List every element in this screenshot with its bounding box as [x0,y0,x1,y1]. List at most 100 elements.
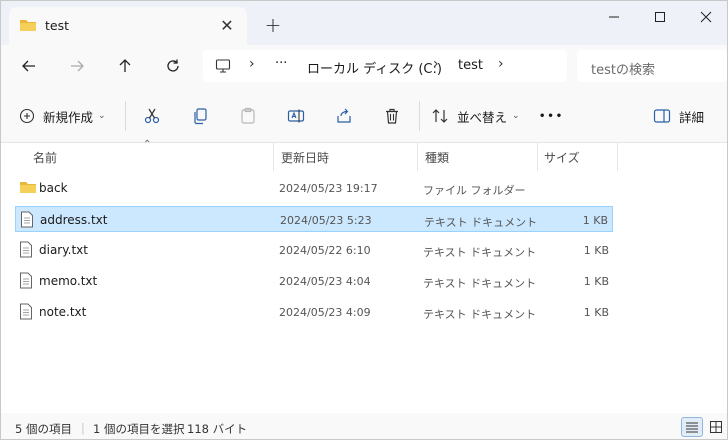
details-button-label: 詳細 [679,109,705,125]
file-size: 1 KB [582,214,608,227]
search-box[interactable]: testの検索 [577,50,727,82]
breadcrumb-local-disk[interactable]: ローカル ディスク (C:) [307,58,442,77]
separator [125,101,126,131]
column-divider[interactable] [417,143,418,171]
column-header-name[interactable]: 名前 [33,143,57,171]
file-list: ⌃ 名前 更新日時 種類 サイズ back 2024/05/23 19:17 フ… [1,139,727,413]
explorer-window: test ✕ + › ··· ローカル ディスク (C:) › test › t… [0,0,728,440]
search-input[interactable]: testの検索 [591,59,655,78]
sort-button[interactable]: 並べ替え ⌄ [431,103,520,129]
status-bar: 5 個の項目 | 1 個の項目を選択 118 バイト [1,413,727,439]
file-date: 2024/05/23 5:23 [280,214,372,227]
file-date: 2024/05/23 19:17 [279,182,378,195]
file-type: テキスト ドキュメント [423,246,537,259]
status-divider: | [81,421,85,435]
rename-icon [287,109,305,123]
column-header-size[interactable]: サイズ [544,143,580,171]
column-header-date[interactable]: 更新日時 [281,143,329,171]
file-type: テキスト ドキュメント [424,216,538,229]
file-size: 1 KB [583,244,609,257]
tiles-view-button[interactable] [705,417,727,437]
file-name[interactable]: back [39,181,68,195]
breadcrumb-overflow[interactable]: ··· [275,56,287,71]
new-button-label: 新規作成 [43,109,94,125]
file-name[interactable]: address.txt [40,213,107,227]
details-view-button[interactable] [681,417,703,437]
cut-button[interactable] [139,103,165,129]
folder-icon [19,17,37,36]
copy-button[interactable] [187,103,213,129]
breadcrumb-chevron-icon[interactable]: › [498,56,504,72]
sort-ascending-icon: ⌃ [143,139,152,150]
item-count: 5 個の項目 [15,422,72,436]
list-item[interactable]: back 2024/05/23 19:17 ファイル フォルダー [15,175,613,201]
delete-button[interactable] [379,103,405,129]
file-date: 2024/05/22 6:10 [279,244,371,257]
clipboard-icon [241,107,255,124]
list-item[interactable]: diary.txt 2024/05/22 6:10 テキスト ドキュメント 1 … [15,237,613,263]
tab-close-icon[interactable]: ✕ [215,13,239,37]
maximize-button[interactable] [637,1,683,33]
navigation-bar: › ··· ローカル ディスク (C:) › test › testの検索 [1,45,727,87]
file-date: 2024/05/23 4:09 [279,306,371,319]
list-item-selected[interactable]: address.txt 2024/05/23 5:23 テキスト ドキュメント … [15,206,613,232]
back-button[interactable] [13,51,45,81]
maximize-icon [655,12,665,22]
column-header-type[interactable]: 種類 [425,143,449,171]
minimize-button[interactable] [591,1,637,33]
details-pane-icon [653,109,671,123]
tiles-view-icon [710,421,722,433]
file-name[interactable]: note.txt [39,305,86,319]
forward-button[interactable] [61,51,93,81]
sort-icon [432,109,448,123]
tab-test[interactable]: test ✕ [9,7,247,45]
close-icon [700,11,712,23]
new-tab-button[interactable]: + [259,11,287,39]
computer-icon[interactable] [215,58,231,77]
title-bar: test ✕ + [1,1,727,45]
list-item[interactable]: memo.txt 2024/05/23 4:04 テキスト ドキュメント 1 K… [15,268,613,294]
up-button[interactable] [109,51,141,81]
rename-button[interactable] [283,103,309,129]
details-view-icon [686,422,698,433]
details-pane-button[interactable]: 詳細 [653,103,704,129]
file-type: テキスト ドキュメント [423,277,537,290]
chevron-down-icon: ⌄ [512,111,520,121]
arrow-up-icon [119,59,131,72]
file-name[interactable]: memo.txt [39,274,97,288]
file-name[interactable]: diary.txt [39,243,88,257]
share-button[interactable] [331,103,357,129]
selection-size: 118 バイト [187,422,248,436]
share-icon [337,108,351,123]
file-size: 1 KB [583,275,609,288]
copy-icon [194,108,207,125]
refresh-button[interactable] [157,51,189,81]
arrow-left-icon [22,60,35,72]
more-options-button[interactable]: ••• [539,103,564,129]
column-divider[interactable] [617,143,618,171]
separator [419,101,420,131]
paste-button[interactable] [235,103,261,129]
address-bar[interactable]: › ··· ローカル ディスク (C:) › test › [203,50,567,82]
command-bar: 新規作成 ⌄ 並べ替え ⌄ ••• 詳細 [1,87,727,143]
column-divider[interactable] [537,143,538,171]
scissors-icon [144,108,160,124]
refresh-icon [167,59,179,72]
breadcrumb-chevron-icon[interactable]: › [433,56,439,72]
close-window-button[interactable] [683,1,727,33]
text-file-icon [19,241,33,261]
new-button[interactable]: 新規作成 ⌄ [19,103,106,129]
file-type: テキスト ドキュメント [423,308,537,321]
chevron-down-icon: ⌄ [98,111,106,121]
sort-button-label: 並べ替え [457,109,508,125]
trash-icon [386,108,398,124]
breadcrumb-chevron-icon[interactable]: › [249,56,255,72]
minimize-icon [609,16,619,18]
column-divider[interactable] [273,143,274,171]
tab-title: test [45,18,70,33]
list-item[interactable]: note.txt 2024/05/23 4:09 テキスト ドキュメント 1 K… [15,299,613,325]
selection-count: 1 個の項目を選択 [93,422,185,436]
plus-circle-icon [19,108,35,124]
breadcrumb-test[interactable]: test [458,58,483,73]
text-file-icon [19,303,33,323]
